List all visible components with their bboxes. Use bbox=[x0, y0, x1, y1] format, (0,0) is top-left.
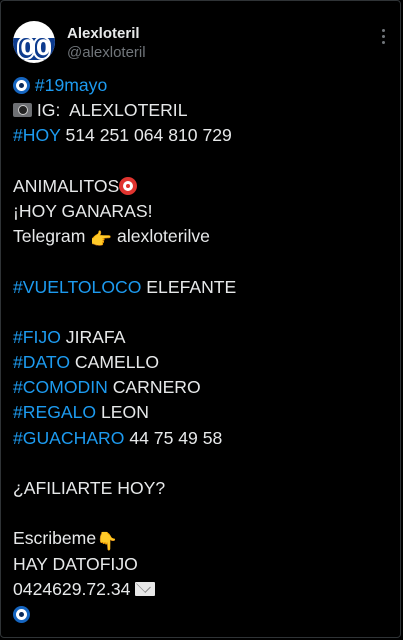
hashtag-link[interactable]: #19mayo bbox=[35, 75, 107, 95]
post-line-text: HAY DATOFIJO bbox=[13, 553, 138, 574]
post-line-text: JIRAFA bbox=[60, 326, 126, 347]
post-header: 000 Alexloteril @alexloteril bbox=[13, 21, 400, 69]
author-display-name[interactable]: Alexloteril bbox=[67, 25, 146, 43]
post-line: #COMODIN CARNERO bbox=[13, 375, 392, 400]
post-line: #REGALO LEON bbox=[13, 400, 392, 425]
post-line: Telegram 👉 alexloterilve bbox=[13, 224, 392, 249]
author-handle[interactable]: @alexloteril bbox=[67, 43, 146, 63]
more-options-icon[interactable] bbox=[382, 29, 386, 47]
post-line: #19mayo bbox=[13, 73, 392, 98]
author-names: Alexloteril @alexloteril bbox=[67, 25, 146, 63]
post-line: ¡HOY GANARAS! bbox=[13, 199, 392, 224]
pointing-hand-icon: 👉 bbox=[90, 229, 113, 250]
post-line: IG: ALEXLOTERIL bbox=[13, 98, 392, 123]
post-line-text: alexloterilve bbox=[112, 226, 210, 247]
post-line: #HOY 514 251 064 810 729 bbox=[13, 123, 392, 148]
nazar-amulet-icon bbox=[13, 77, 30, 94]
hashtag-link[interactable]: #VUELTOLOCO bbox=[13, 277, 141, 297]
avatar-logo: 000 bbox=[13, 36, 55, 63]
post-line: #GUACHARO 44 75 49 58 bbox=[13, 426, 392, 451]
post-line-text: IG: ALEXLOTERIL bbox=[32, 100, 188, 121]
post-line: 0424629.72.34 bbox=[13, 577, 392, 602]
post-card: 000 Alexloteril @alexloteril #19mayo IG:… bbox=[0, 0, 401, 638]
post-line-text: 0424629.72.34 bbox=[13, 578, 136, 599]
hashtag-link[interactable]: #DATO bbox=[13, 352, 70, 372]
post-line-text: LEON bbox=[96, 402, 149, 423]
pointing-down-icon: 👇 bbox=[96, 531, 119, 552]
post-line-text: 514 251 064 810 729 bbox=[60, 125, 232, 146]
post-line-text: Telegram bbox=[13, 226, 91, 247]
post-line-text: ¡HOY GANARAS! bbox=[13, 200, 153, 221]
post-text: #19mayo IG: ALEXLOTERIL #HOY 514 251 064… bbox=[13, 73, 392, 627]
nazar-amulet-icon bbox=[13, 605, 30, 623]
post-line: #VUELTOLOCO ELEFANTE bbox=[13, 275, 392, 300]
post-line-text: CAMELLO bbox=[70, 352, 160, 373]
post-line-text: ELEFANTE bbox=[141, 276, 237, 297]
post-line: Escribeme👇 bbox=[13, 526, 392, 551]
hashtag-link[interactable]: #GUACHARO bbox=[13, 428, 124, 448]
hashtag-link[interactable]: #HOY bbox=[13, 125, 61, 145]
post-line: ¿AFILIARTE HOY? bbox=[13, 476, 392, 501]
post-line: #FIJO JIRAFA bbox=[13, 325, 392, 350]
post-line: ANIMALITOS bbox=[13, 174, 392, 199]
hashtag-link[interactable]: #FIJO bbox=[13, 327, 61, 347]
camera-icon bbox=[13, 103, 32, 118]
post-line-text: Escribeme bbox=[13, 528, 97, 549]
post-line-text: ANIMALITOS bbox=[13, 175, 120, 196]
target-icon bbox=[119, 176, 138, 195]
hashtag-link[interactable]: #REGALO bbox=[13, 402, 96, 422]
envelope-icon bbox=[135, 581, 156, 596]
post-line-text: CARNERO bbox=[107, 377, 201, 398]
post-line: HAY DATOFIJO bbox=[13, 552, 392, 577]
post-line-text: ¿AFILIARTE HOY? bbox=[13, 478, 166, 498]
post-line: #DATO CAMELLO bbox=[13, 350, 392, 375]
post-line bbox=[13, 602, 392, 627]
hashtag-link[interactable]: #COMODIN bbox=[13, 377, 108, 397]
post-line-text: 44 75 49 58 bbox=[124, 427, 223, 448]
avatar[interactable]: 000 bbox=[13, 21, 55, 63]
